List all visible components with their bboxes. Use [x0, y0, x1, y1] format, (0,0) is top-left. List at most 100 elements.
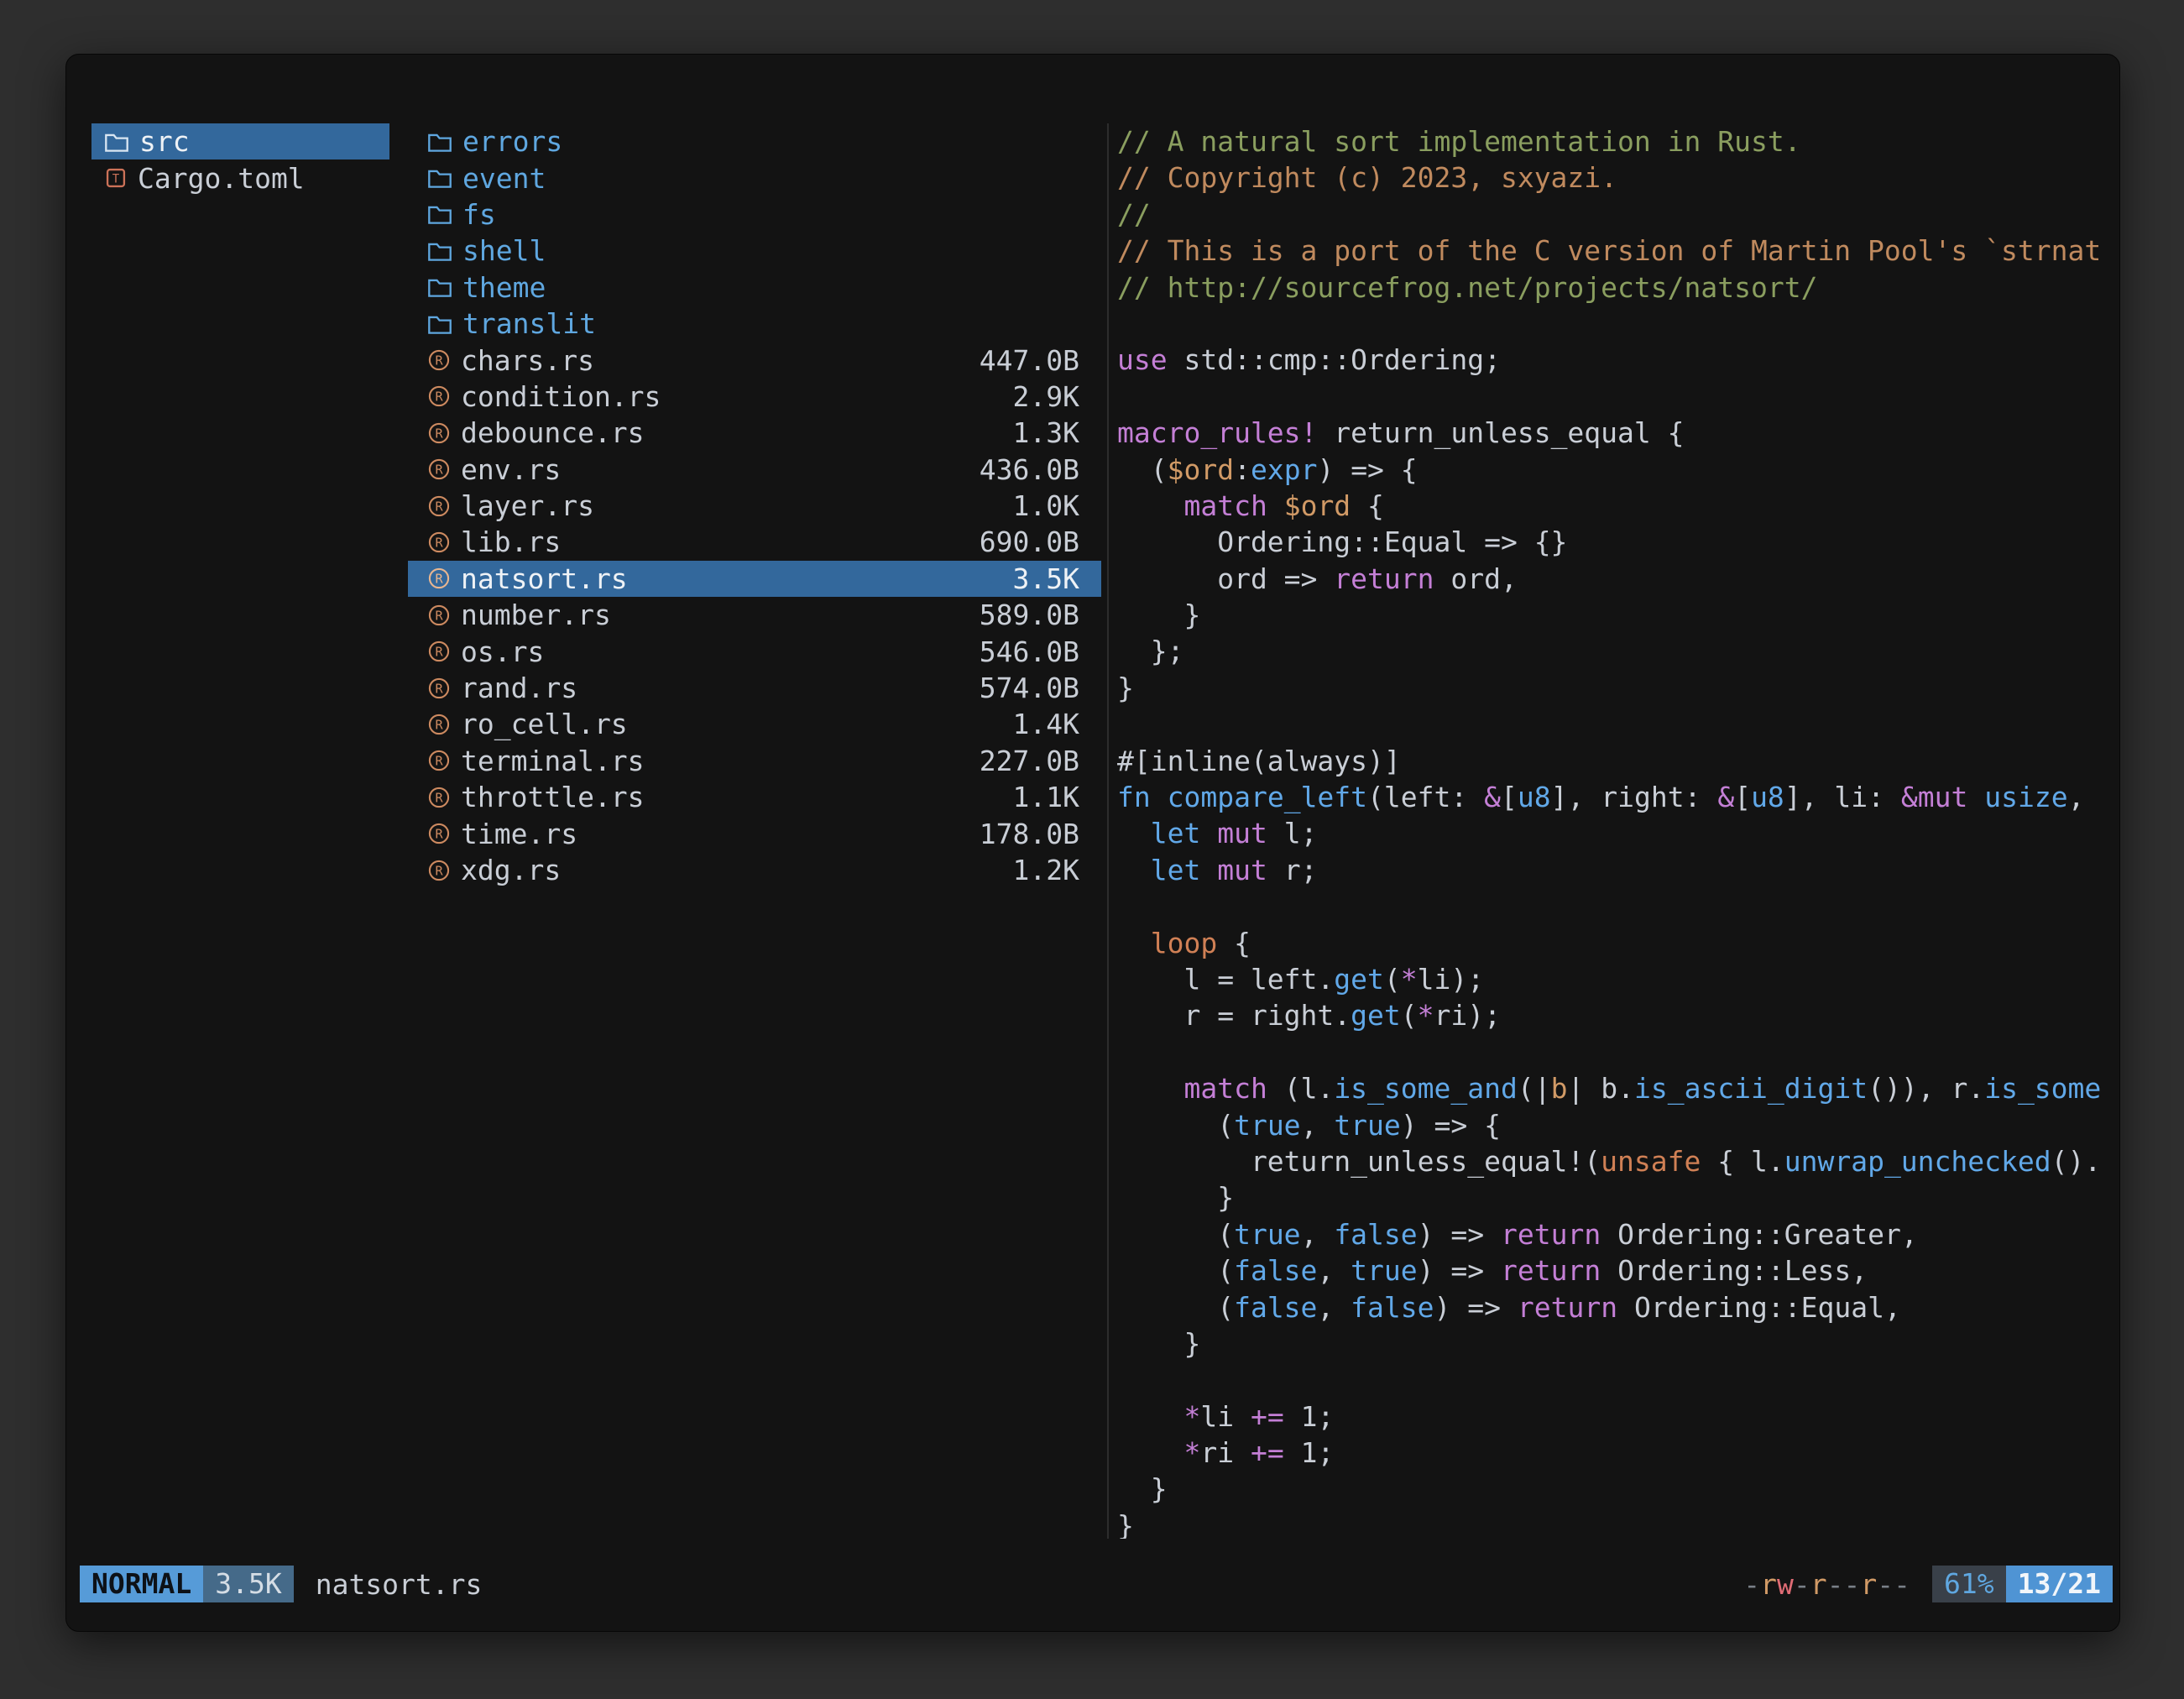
code-line: let mut r;: [1117, 852, 2119, 888]
code-line: }: [1117, 1508, 2119, 1539]
permissions-text: -rw-r--r--: [1743, 1568, 1910, 1601]
file-name: translit: [462, 307, 596, 340]
rust-file-icon: R: [427, 822, 451, 845]
file-row[interactable]: Rxdg.rs1.2K: [408, 852, 1101, 888]
svg-text:R: R: [435, 499, 443, 514]
file-name: time.rs: [461, 818, 577, 850]
code-line: }: [1117, 1325, 2119, 1362]
file-size: 178.0B: [980, 818, 1101, 850]
code-line: }: [1117, 670, 2119, 706]
file-row[interactable]: Rnumber.rs589.0B: [408, 597, 1101, 633]
code-line: r = right.get(*ri);: [1117, 997, 2119, 1033]
file-name: event: [462, 162, 546, 195]
rust-file-icon: R: [427, 786, 451, 809]
file-row[interactable]: Rthrottle.rs1.1K: [408, 779, 1101, 815]
code-line: [1117, 1034, 2119, 1070]
dir-row[interactable]: translit: [408, 306, 1101, 342]
file-row[interactable]: Rchars.rs447.0B: [408, 342, 1101, 378]
code-line: };: [1117, 633, 2119, 669]
file-row[interactable]: Rrand.rs574.0B: [408, 670, 1101, 706]
file-name: src: [139, 125, 190, 158]
code-line: // Copyright (c) 2023, sxyazi.: [1117, 159, 2119, 196]
svg-text:R: R: [435, 754, 443, 769]
file-row[interactable]: Rterminal.rs 227.0B: [408, 743, 1101, 779]
file-row[interactable]: TCargo.toml: [91, 159, 389, 196]
file-manager-window: srcTCargo.toml errorseventfsshellthemetr…: [65, 54, 2120, 1632]
file-name: condition.rs: [461, 380, 661, 413]
scroll-percent-badge: 61%: [1932, 1566, 2006, 1602]
code-line: fn compare_left(left: &[u8], right: &[u8…: [1117, 779, 2119, 815]
dir-row[interactable]: theme: [408, 269, 1101, 306]
file-row[interactable]: Rro_cell.rs1.4K: [408, 706, 1101, 742]
file-name: os.rs: [461, 635, 544, 668]
code-line: //: [1117, 196, 2119, 233]
status-filename: natsort.rs: [316, 1568, 483, 1601]
code-line: *li += 1;: [1117, 1398, 2119, 1435]
code-line: match (l.is_some_and(|b| b.is_ascii_digi…: [1117, 1070, 2119, 1106]
file-size: 2.9K: [1013, 380, 1101, 413]
code-line: }: [1117, 1471, 2119, 1507]
rust-file-icon: R: [427, 457, 451, 481]
svg-text:R: R: [435, 353, 443, 368]
folder-icon: [427, 313, 452, 335]
folder-icon: [427, 167, 452, 189]
dir-row[interactable]: errors: [408, 123, 1101, 159]
rust-file-icon: R: [427, 348, 451, 372]
code-line: // This is a port of the C version of Ma…: [1117, 233, 2119, 269]
code-line: macro_rules! return_unless_equal {: [1117, 415, 2119, 451]
status-right-group: -rw-r--r-- 61% 13/21: [1743, 1566, 2113, 1602]
svg-text:R: R: [435, 463, 443, 478]
file-size-badge: 3.5K: [203, 1566, 293, 1602]
file-size: 589.0B: [980, 599, 1101, 631]
svg-text:R: R: [435, 389, 443, 405]
rust-file-icon: R: [427, 384, 451, 408]
code-line: [1117, 706, 2119, 742]
rust-file-icon: R: [427, 677, 451, 700]
file-row[interactable]: Rnatsort.rs3.5K: [408, 561, 1101, 597]
file-row[interactable]: Rdebounce.rs1.3K: [408, 415, 1101, 451]
mode-badge: NORMAL: [80, 1566, 203, 1602]
file-name: rand.rs: [461, 672, 577, 704]
rust-file-icon: R: [427, 567, 451, 590]
dir-row[interactable]: event: [408, 159, 1101, 196]
dir-row[interactable]: shell: [408, 233, 1101, 269]
code-line: (true, true) => {: [1117, 1107, 2119, 1143]
file-size: 1.2K: [1013, 854, 1101, 886]
status-bar: NORMAL 3.5K natsort.rs -rw-r--r-- 61% 13…: [80, 1566, 2113, 1602]
file-row[interactable]: Rlib.rs690.0B: [408, 524, 1101, 560]
file-size: 1.4K: [1013, 708, 1101, 740]
svg-text:R: R: [435, 572, 443, 587]
dir-row[interactable]: fs: [408, 196, 1101, 233]
code-line: [1117, 1362, 2119, 1398]
file-name: ro_cell.rs: [461, 708, 628, 740]
file-row[interactable]: Ros.rs546.0B: [408, 633, 1101, 669]
preview-pane: // A natural sort implementation in Rust…: [1109, 123, 2119, 1539]
folder-icon: [104, 131, 129, 153]
toml-file-icon: T: [104, 166, 128, 190]
file-name: throttle.rs: [461, 781, 645, 813]
code-line: [1117, 888, 2119, 924]
code-line: return_unless_equal!(unsafe { l.unwrap_u…: [1117, 1143, 2119, 1179]
svg-text:R: R: [435, 535, 443, 550]
file-name: fs: [462, 198, 496, 231]
parent-pane: srcTCargo.toml: [91, 123, 389, 1539]
svg-text:R: R: [435, 426, 443, 441]
file-name: terminal.rs: [461, 745, 645, 777]
file-row[interactable]: Renv.rs436.0B: [408, 452, 1101, 488]
svg-text:R: R: [435, 645, 443, 660]
folder-icon: [427, 276, 452, 298]
cursor-position-badge: 13/21: [2006, 1566, 2113, 1602]
rust-file-icon: R: [427, 604, 451, 627]
panes-container: srcTCargo.toml errorseventfsshellthemetr…: [66, 123, 2119, 1539]
file-row[interactable]: Rlayer.rs1.0K: [408, 488, 1101, 524]
code-line: ($ord:expr) => {: [1117, 452, 2119, 488]
file-row[interactable]: Rcondition.rs 2.9K: [408, 379, 1101, 415]
file-name: layer.rs: [461, 489, 594, 522]
file-size: 3.5K: [1013, 562, 1101, 595]
code-line: loop {: [1117, 925, 2119, 961]
file-size: 227.0B: [980, 745, 1101, 777]
file-row[interactable]: Rtime.rs 178.0B: [408, 815, 1101, 851]
dir-row[interactable]: src: [91, 123, 389, 159]
svg-text:T: T: [112, 173, 120, 186]
rust-file-icon: R: [427, 859, 451, 882]
